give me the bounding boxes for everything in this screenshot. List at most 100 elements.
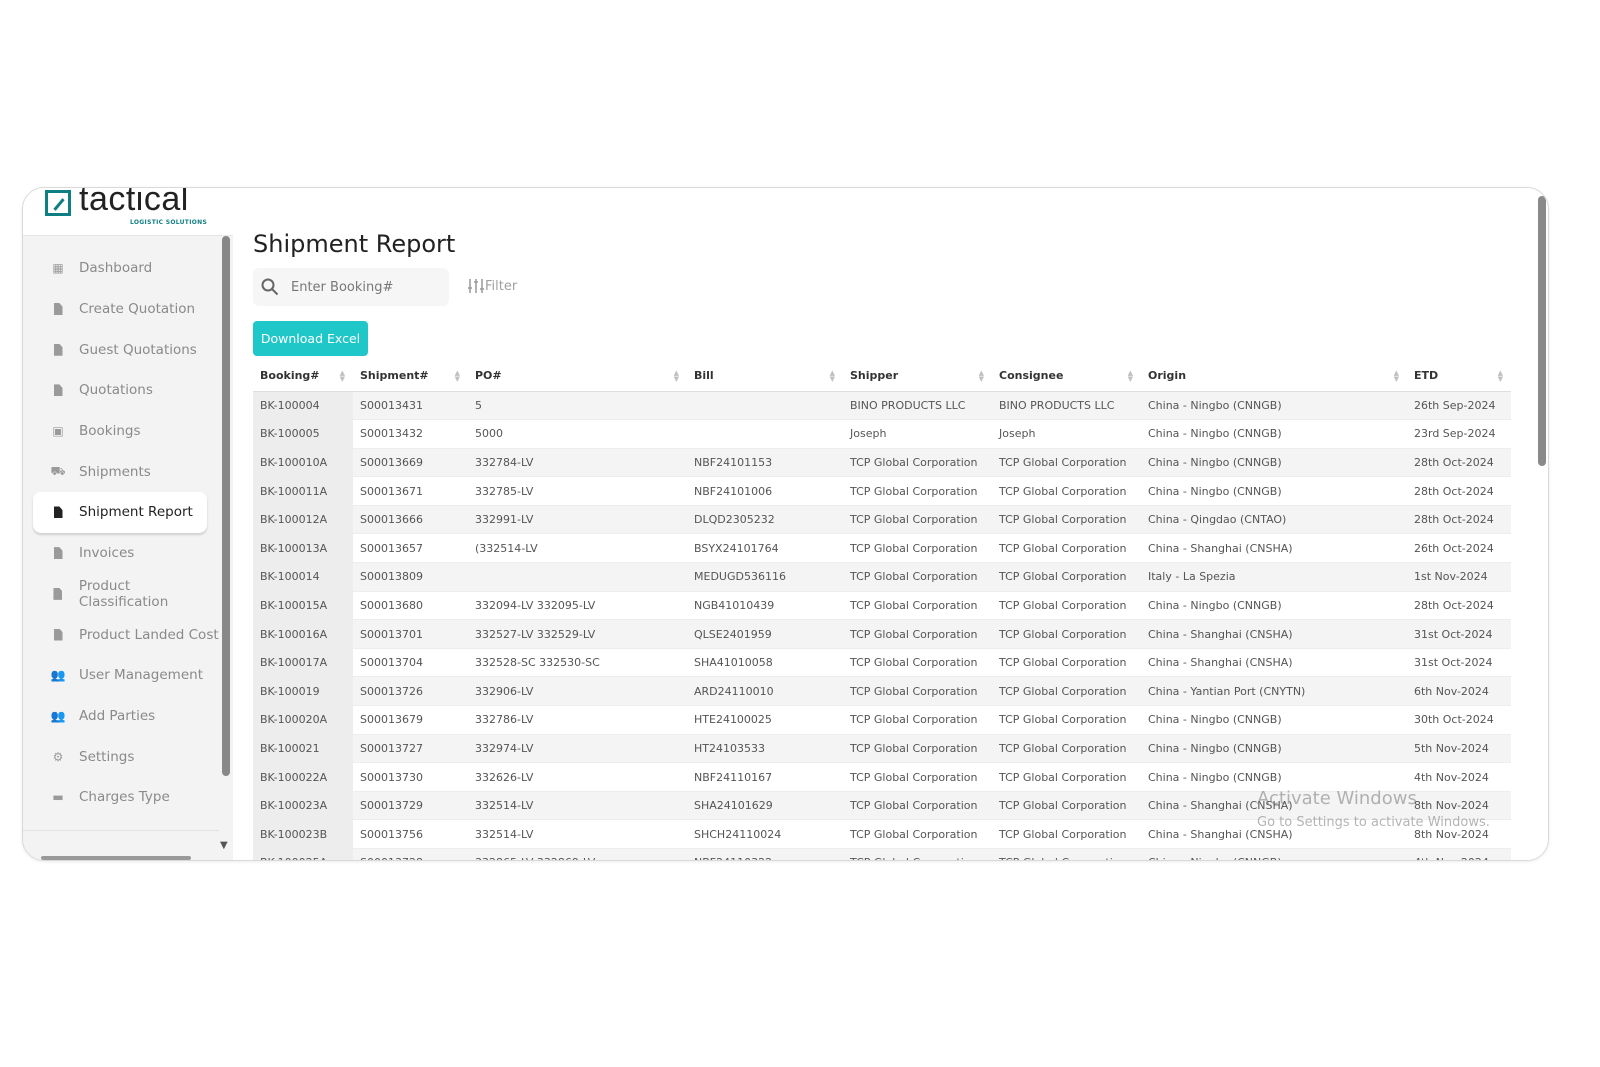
sidebar-item-quotations[interactable]: Quotations: [23, 370, 223, 411]
table-row[interactable]: BK-100017A S00013704 332528-SC 332530-SC SH…: [253, 648, 1511, 678]
shipment-table: Booking# ▲ ▼ Shipment# ▲ ▼ PO# ▲ ▼ Bill ▲ ▼ Shipper ▲…: [253, 361, 1511, 860]
sidebar-horizontal-scrollbar[interactable]: [41, 856, 191, 860]
sidebar-item-label: Create Quotation: [79, 301, 196, 318]
column-header-origin[interactable]: Origin ▲ ▼: [1141, 361, 1407, 392]
table-cell: TCP Global Corporation: [992, 533, 1141, 564]
sort-icon[interactable]: ▲ ▼: [1128, 370, 1133, 383]
table-cell: 332094-LV 332095-LV: [468, 591, 687, 621]
table-cell: SHA24101629: [687, 791, 843, 821]
sidebar-scrollbar[interactable]: [222, 236, 230, 776]
table-cell: TCP Global Corporation: [843, 591, 992, 621]
table-cell: China - Ningbo (CNNGB): [1141, 762, 1407, 792]
sidebar-item-settings[interactable]: ⚙ Settings: [23, 736, 223, 777]
sidebar-item-product-classification[interactable]: Product Classification: [23, 574, 223, 615]
sort-icon[interactable]: ▲ ▼: [674, 370, 679, 383]
table-cell: TCP Global Corporation: [992, 648, 1141, 678]
table-cell: TCP Global Corporation: [992, 562, 1141, 592]
sidebar-item-label: Guest Quotations: [79, 341, 197, 358]
table-cell: TCP Global Corporation: [843, 619, 992, 649]
table-cell: 4th Nov-2024: [1407, 848, 1511, 860]
sliders-icon: [468, 279, 484, 293]
brand-logo[interactable]: tactical LOGISTIC SOLUTIONS: [23, 188, 233, 236]
column-header-shipment[interactable]: Shipment# ▲ ▼: [353, 361, 468, 392]
sidebar-item-label: Invoices: [79, 545, 135, 562]
sort-icon[interactable]: ▲ ▼: [1394, 370, 1399, 383]
sidebar-item-label: Quotations: [79, 382, 153, 399]
table-cell: 332528-SC 332530-SC: [468, 648, 687, 678]
sidebar-item-invoices[interactable]: Invoices: [23, 533, 223, 574]
table-row[interactable]: BK-100025AS00013728332865-LV 332869-LVNB…: [253, 848, 1511, 860]
table-cell: HTE24100025: [687, 705, 843, 735]
sidebar-item-product-landed-cost[interactable]: Product Landed Cost: [23, 614, 223, 655]
table-cell: S00013727: [353, 734, 468, 764]
sidebar-item-create-quotation[interactable]: Create Quotation: [23, 289, 223, 330]
scroll-down-icon[interactable]: ▼: [220, 840, 228, 851]
table-row[interactable]: BK-100015A S00013680 332094-LV 332095-LV NG…: [253, 591, 1511, 621]
document-icon: [51, 546, 65, 560]
column-header-consignee[interactable]: Consignee ▲ ▼: [992, 361, 1141, 392]
table-cell: TCP Global Corporation: [992, 848, 1141, 860]
table-cell: S00013704: [353, 648, 468, 678]
table-row[interactable]: BK-100020A S00013679 332786-LV HTE24100025 T…: [253, 705, 1511, 735]
table-body: BK-100004 S00013431 5 BINO PRODUCTS LLC BINO…: [253, 391, 1511, 860]
table-cell: BK-100023B: [253, 819, 353, 849]
table-cell: 28th Oct-2024: [1407, 591, 1511, 621]
column-header-bill[interactable]: Bill ▲ ▼: [687, 361, 843, 392]
sort-icon[interactable]: ▲ ▼: [1498, 370, 1503, 383]
table-row[interactable]: BK-100021 S00013727 332974-LV HT24103533 TCP…: [253, 734, 1511, 764]
table-cell: S00013726: [353, 676, 468, 707]
table-row[interactable]: BK-100016A S00013701 332527-LV 332529-LV QL…: [253, 619, 1511, 649]
gear-icon: ⚙: [52, 749, 64, 764]
table-cell: TCP Global Corporation: [992, 762, 1141, 792]
table-row[interactable]: BK-100013A S00013657 (332514-LV BSYX2410176…: [253, 533, 1511, 564]
sidebar-item-add-parties[interactable]: 👥 Add Parties: [23, 696, 223, 737]
sidebar-item-shipments[interactable]: ⛟ Shipments: [23, 451, 223, 492]
table-row[interactable]: BK-100014 S00013809 MEDUGD536116 TCP Global…: [253, 562, 1511, 592]
sidebar-item-charges-type[interactable]: ▬ Charges Type: [23, 777, 223, 818]
table-cell: 5th Nov-2024: [1407, 734, 1511, 764]
table-row[interactable]: BK-100012A S00013666 332991-LV DLQD2305232 T…: [253, 505, 1511, 535]
column-header-po[interactable]: PO# ▲ ▼: [468, 361, 687, 392]
table-cell: BK-100010A: [253, 448, 353, 478]
table-cell: [687, 419, 843, 449]
sidebar-item-bookings[interactable]: ▣ Bookings: [23, 411, 223, 452]
table-cell: [687, 391, 843, 421]
table-row[interactable]: BK-100010A S00013669 332784-LV NBF24101153 T…: [253, 448, 1511, 478]
table-cell: BSYX24101764: [687, 533, 843, 564]
sidebar-item-shipment-report[interactable]: Shipment Report: [33, 492, 207, 533]
table-cell: 8th Nov-2024: [1407, 819, 1511, 849]
table-cell: BK-100022A: [253, 762, 353, 792]
table-cell: 28th Oct-2024: [1407, 448, 1511, 478]
table-cell: S00013669: [353, 448, 468, 478]
table-cell: 332974-LV: [468, 734, 687, 764]
download-excel-button[interactable]: Download Excel: [253, 321, 368, 356]
sidebar-item-user-management[interactable]: 👥 User Management: [23, 655, 223, 696]
table-row[interactable]: BK-100011A S00013671 332785-LV NBF24101006 T…: [253, 476, 1511, 506]
page-title: Shipment Report: [253, 230, 456, 258]
table-row[interactable]: BK-100004 S00013431 5 BINO PRODUCTS LLC BINO…: [253, 391, 1511, 421]
sidebar-item-guest-quotations[interactable]: Guest Quotations: [23, 329, 223, 370]
table-row[interactable]: BK-100023B S00013756 332514-LV SHCH24110024…: [253, 819, 1511, 849]
column-header-etd[interactable]: ETD ▲ ▼: [1407, 361, 1511, 392]
table-cell: (332514-LV: [468, 533, 687, 564]
table-cell: China - Shanghai (CNSHA): [1141, 791, 1407, 821]
table-cell: China - Shanghai (CNSHA): [1141, 533, 1407, 564]
sort-icon[interactable]: ▲ ▼: [830, 370, 835, 383]
filter-button[interactable]: Filter: [467, 277, 517, 295]
main-scrollbar[interactable]: [1538, 196, 1546, 466]
table-row[interactable]: BK-100022A S00013730 332626-LV NBF24110167 T…: [253, 762, 1511, 792]
table-cell: 30th Oct-2024: [1407, 705, 1511, 735]
column-header-booking[interactable]: Booking# ▲ ▼: [253, 361, 353, 392]
search-input[interactable]: [291, 279, 431, 295]
table-cell: S00013728: [353, 848, 468, 860]
sort-icon[interactable]: ▲ ▼: [455, 370, 460, 383]
sort-icon[interactable]: ▲ ▼: [340, 370, 345, 383]
table-row[interactable]: BK-100019 S00013726 332906-LV ARD24110010 TC…: [253, 676, 1511, 707]
table-row[interactable]: BK-100023A S00013729 332514-LV SHA24101629 T…: [253, 791, 1511, 821]
sort-icon[interactable]: ▲ ▼: [979, 370, 984, 383]
table-cell: TCP Global Corporation: [843, 448, 992, 478]
column-header-shipper[interactable]: Shipper ▲ ▼: [843, 361, 992, 392]
sidebar-item-dashboard[interactable]: ▦ Dashboard: [23, 248, 223, 289]
search-box[interactable]: [253, 268, 449, 306]
table-row[interactable]: BK-100005 S00013432 5000 Joseph Joseph China …: [253, 419, 1511, 449]
